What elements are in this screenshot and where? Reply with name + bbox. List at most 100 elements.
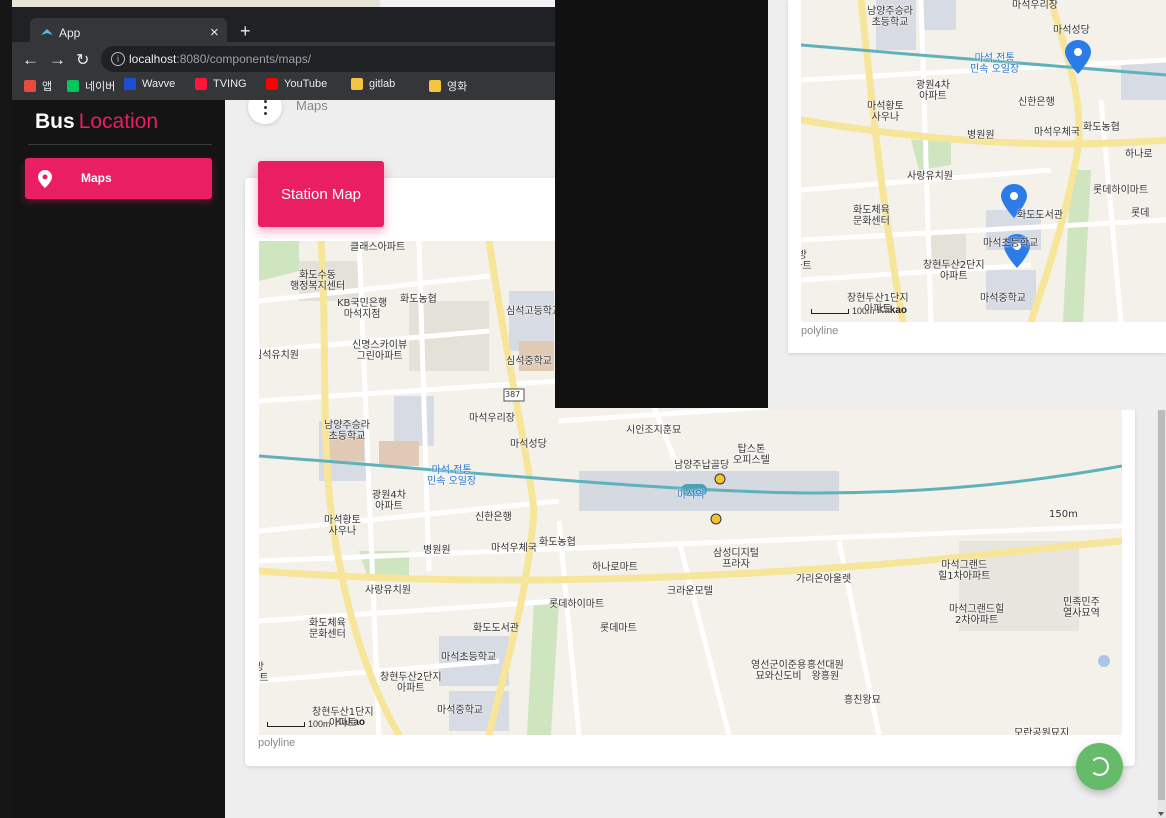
map-place-label[interactable]: 심석유치원 [259,350,299,361]
map-place-label[interactable]: 남양주승라 초등학교 [867,6,913,28]
bookmark-label: 영화 [447,81,468,93]
map-place-label[interactable]: 창현두산2단지 아파트 [380,672,442,694]
bookmark-item[interactable]: 영화 [429,78,467,94]
refresh-button[interactable] [1076,743,1123,790]
forward-arrow-icon[interactable]: → [49,50,66,70]
bookmark-item[interactable]: 네이버 [67,78,115,94]
map-place-label[interactable]: 모란공원묘지 [1014,728,1069,735]
map-place-label[interactable]: 마석 전통 민속 오일장 [970,53,1019,75]
back-arrow-icon[interactable]: ← [22,50,39,70]
map-place-label[interactable]: 사랑유치원 [907,171,953,182]
map-place-label[interactable]: 창현두산2단지 아파트 [923,260,985,282]
background-window-edge [0,0,12,818]
map-place-label[interactable]: 롯데 [1131,208,1149,219]
map-place-label[interactable]: 광원4차 아파트 [916,80,950,102]
overlay-map[interactable]: 100m Kakao 마석우리장 남양주승라 초등학교 마석성당 마석 전통 민속 오일장… [801,0,1166,322]
map-place-label[interactable]: 마석초등학교 [441,652,496,663]
bookmark-icon [266,78,278,90]
map-place-label[interactable]: 마석중학교 [437,705,483,716]
map-place-label[interactable]: 하나로마트 [592,562,638,573]
map-place-label[interactable]: 마석성당 [510,439,547,450]
map-place-label[interactable]: 심석중학교 [506,356,552,367]
map-place-label[interactable]: 마석중학교 [980,293,1026,304]
map-place-label[interactable]: 마석그랜드 힐1차아파트 [938,560,990,582]
map-place-label[interactable]: 삼성디지털 프라자 [713,548,759,570]
map-place-label[interactable]: 마석황토 사우나 [324,515,361,537]
map-place-label[interactable]: 병원원 [967,130,995,141]
map-place-label[interactable]: 창현두산1단지 아파트 [847,293,909,315]
map-place-label[interactable]: 창현두산1단지 아파트 [312,707,374,729]
card-title: Station Map [258,161,384,227]
map-place-label[interactable]: 롯데하이마트 [1093,185,1148,196]
map-place-label[interactable]: 시인조지훈묘 [626,425,681,436]
bookmark-item[interactable]: YouTube [266,78,327,90]
map-place-label[interactable]: 탑스톤 오피스텔 [733,444,770,466]
map-place-label[interactable]: 화도체육 문화센터 [309,618,346,640]
map-place-label[interactable]: 남양주납골당 [674,460,729,471]
bookmark-icon [429,80,441,92]
map-place-label[interactable]: 화도체육 문화센터 [853,205,890,227]
map-place-label[interactable]: 클래스아파트 [350,242,405,253]
map-place-label[interactable]: 마석초등학교 [983,238,1038,249]
bookmark-item[interactable]: TVING [195,78,247,90]
map-place-label[interactable]: 사랑유치원 [365,585,411,596]
map-place-label[interactable]: 신명스카이뷰 그린아파트 [352,340,407,362]
brand-logo[interactable]: Bus Location [35,110,158,134]
map-place-label[interactable]: 마석성당 [1053,25,1090,36]
sidebar-item-maps[interactable]: Maps [25,158,212,199]
overlay-dark-panel [555,0,768,408]
map-place-label[interactable]: 가리온아울렛 [796,574,851,585]
map-place-label[interactable]: 남양주승라 초등학교 [324,420,370,442]
map-place-label[interactable]: 흥선대원 왕흥원 [807,660,844,682]
map-place-label[interactable]: KB국민은행 마석지점 [337,298,387,320]
bookmark-item[interactable]: Wavve [124,78,175,90]
sidebar-item-label: Maps [81,171,112,185]
bookmark-icon [195,78,207,90]
bookmark-item[interactable]: gitlab [351,78,395,90]
bookmark-icon [351,78,363,90]
app-favicon-icon [41,29,53,35]
info-icon[interactable]: i [111,52,125,66]
map-place-label[interactable]: 신한은행 [475,512,512,523]
map-place-label[interactable]: 광원4차 아파트 [372,490,406,512]
map-place-label[interactable]: 마석우리장 [469,413,515,424]
map-place-label[interactable]: 화도농협 [539,537,576,548]
map-scale-label: 150m [1049,509,1078,520]
scrollbar-thumb[interactable] [1158,410,1165,800]
page-scrollbar[interactable] [1157,410,1166,818]
map-place-label[interactable]: 흥친왕묘 [844,695,881,706]
map-place-label[interactable]: 병원원 [423,545,451,556]
map-place-label[interactable]: 하나로 [1125,149,1153,160]
dot-icon [264,112,267,115]
map-place-label[interactable]: 마석우체국 [491,543,537,554]
map-place-label[interactable]: 우방아파트 [801,250,812,272]
map-place-label[interactable]: 크라운모텔 [667,586,713,597]
map-place-label[interactable]: 화도농협 [1083,122,1120,133]
map-place-label[interactable]: 마석역 [677,490,705,501]
address-bar[interactable]: i localhost:8080/components/maps/ [101,46,555,72]
map-place-label[interactable]: 마석우체국 [1034,127,1080,138]
map-place-label[interactable]: 화도도서관 [1017,210,1063,221]
map-place-label[interactable]: 롯데하이마트 [549,599,604,610]
close-icon[interactable]: × [210,24,219,41]
map-place-label[interactable]: 화도농협 [400,294,437,305]
map-place-label[interactable]: 영선군이준용 묘와신도비 [751,660,806,682]
reload-icon[interactable]: ↻ [76,50,89,70]
map-place-label[interactable]: 마석우리장 [1012,0,1058,11]
breadcrumb: Maps [296,98,328,113]
map-place-label[interactable]: 신한은행 [1018,97,1055,108]
sidebar [12,100,225,818]
map-place-label[interactable]: 마석그랜드힐 2차아파트 [949,604,1004,626]
map-place-label[interactable]: 우방아파트 [259,662,269,684]
bookmark-item[interactable]: 앱 [24,78,52,94]
map-place-label[interactable]: 화도도서관 [473,623,519,634]
map-place-label[interactable]: 마석 전통 민속 오일장 [427,465,476,487]
map-place-label[interactable]: 심석고등학교 [506,306,561,317]
chevron-down-icon[interactable] [1158,812,1164,816]
map-place-label[interactable]: 민족민주 열사묘역 [1063,597,1100,619]
map-place-label[interactable]: 화도수동 행정복지센터 [290,270,345,292]
new-tab-button[interactable]: + [240,21,251,42]
map-place-label[interactable]: 마석황토 사우나 [867,101,904,123]
dot-icon [264,106,267,109]
map-place-label[interactable]: 롯데마트 [600,623,637,634]
